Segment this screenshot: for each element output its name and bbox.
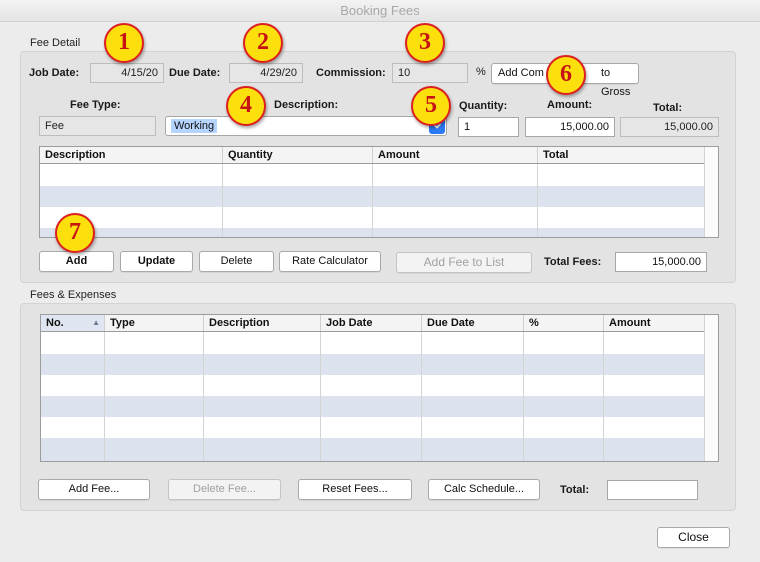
callout-5: 5 — [411, 86, 451, 126]
window-title: Booking Fees — [0, 0, 760, 22]
commission-label: Commission: — [316, 67, 386, 79]
rate-calculator-button[interactable]: Rate Calculator — [279, 251, 381, 272]
column-divider — [372, 164, 373, 237]
fees-total-field — [607, 480, 698, 500]
callout-4: 4 — [226, 86, 266, 126]
fee-detail-table[interactable]: Description Quantity Amount Total — [39, 146, 719, 238]
add-button[interactable]: Add — [39, 251, 114, 272]
column-divider — [104, 332, 105, 461]
calc-schedule-button[interactable]: Calc Schedule... — [428, 479, 540, 500]
update-button[interactable]: Update — [120, 251, 193, 272]
callout-7: 7 — [55, 213, 95, 253]
column-header-percent[interactable]: % — [524, 315, 604, 331]
reset-fees-button[interactable]: Reset Fees... — [298, 479, 412, 500]
close-button[interactable]: Close — [657, 527, 730, 548]
column-header-amount[interactable]: Amount — [604, 315, 706, 331]
delete-button[interactable]: Delete — [199, 251, 274, 272]
column-divider — [320, 332, 321, 461]
column-header-job-date[interactable]: Job Date — [321, 315, 422, 331]
column-divider — [537, 164, 538, 237]
callout-6: 6 — [546, 55, 586, 95]
fees-expenses-table[interactable]: No. ▲ Type Description Job Date Due Date… — [40, 314, 719, 462]
total-label: Total: — [653, 102, 683, 114]
callout-3: 3 — [405, 23, 445, 63]
column-header-amount[interactable]: Amount — [373, 147, 538, 163]
description-select[interactable]: Working — [165, 116, 447, 136]
table-row[interactable] — [41, 438, 705, 461]
fees-total-label: Total: — [560, 484, 590, 496]
table-row[interactable] — [41, 396, 705, 417]
job-date-field: 4/15/20 — [90, 63, 164, 83]
callout-1: 1 — [104, 23, 144, 63]
column-header-total[interactable]: Total — [538, 147, 706, 163]
add-fee-button[interactable]: Add Fee... — [38, 479, 150, 500]
column-header-no[interactable]: No. ▲ — [41, 315, 105, 331]
column-header-description[interactable]: Description — [204, 315, 321, 331]
delete-fee-button[interactable]: Delete Fee... — [168, 479, 281, 500]
total-field: 15,000.00 — [620, 117, 719, 137]
table-row[interactable] — [41, 333, 705, 354]
amount-label: Amount: — [547, 99, 593, 111]
add-commission-button-label: Add Com — [498, 67, 544, 79]
description-label: Description: — [274, 99, 339, 111]
fees-expenses-table-header: No. ▲ Type Description Job Date Due Date… — [41, 315, 718, 332]
column-divider — [203, 332, 204, 461]
column-divider — [222, 164, 223, 237]
column-divider — [421, 332, 422, 461]
fee-type-label: Fee Type: — [70, 99, 121, 111]
table-row[interactable] — [41, 354, 705, 375]
table-row[interactable] — [41, 375, 705, 396]
quantity-input[interactable]: 1 — [458, 117, 519, 137]
total-fees-label: Total Fees: — [544, 256, 602, 268]
vertical-scrollbar[interactable] — [704, 315, 718, 461]
fee-detail-section-title: Fee Detail — [30, 37, 81, 49]
commission-field: 10 — [392, 63, 468, 83]
sort-ascending-icon: ▲ — [92, 318, 100, 327]
job-date-label: Job Date: — [29, 67, 80, 79]
column-divider — [603, 332, 604, 461]
vertical-scrollbar[interactable] — [704, 147, 718, 237]
column-header-type[interactable]: Type — [105, 315, 204, 331]
fee-detail-table-header: Description Quantity Amount Total — [40, 147, 718, 164]
fee-type-field: Fee — [39, 116, 156, 136]
add-fee-to-list-button[interactable]: Add Fee to List — [396, 252, 532, 273]
add-commission-button-label-tail: to Gross — [601, 67, 631, 98]
column-header-description[interactable]: Description — [40, 147, 223, 163]
description-selected-value: Working — [171, 119, 218, 133]
amount-input[interactable]: 15,000.00 — [525, 117, 615, 137]
column-header-quantity[interactable]: Quantity — [223, 147, 373, 163]
callout-2: 2 — [243, 23, 283, 63]
due-date-field: 4/29/20 — [229, 63, 303, 83]
percent-sign: % — [476, 66, 486, 78]
column-header-due-date[interactable]: Due Date — [422, 315, 524, 331]
total-fees-field: 15,000.00 — [615, 252, 707, 272]
fees-expenses-section-title: Fees & Expenses — [30, 289, 117, 301]
column-divider — [523, 332, 524, 461]
table-row[interactable] — [41, 417, 705, 438]
due-date-label: Due Date: — [169, 67, 221, 79]
quantity-label: Quantity: — [459, 100, 508, 112]
